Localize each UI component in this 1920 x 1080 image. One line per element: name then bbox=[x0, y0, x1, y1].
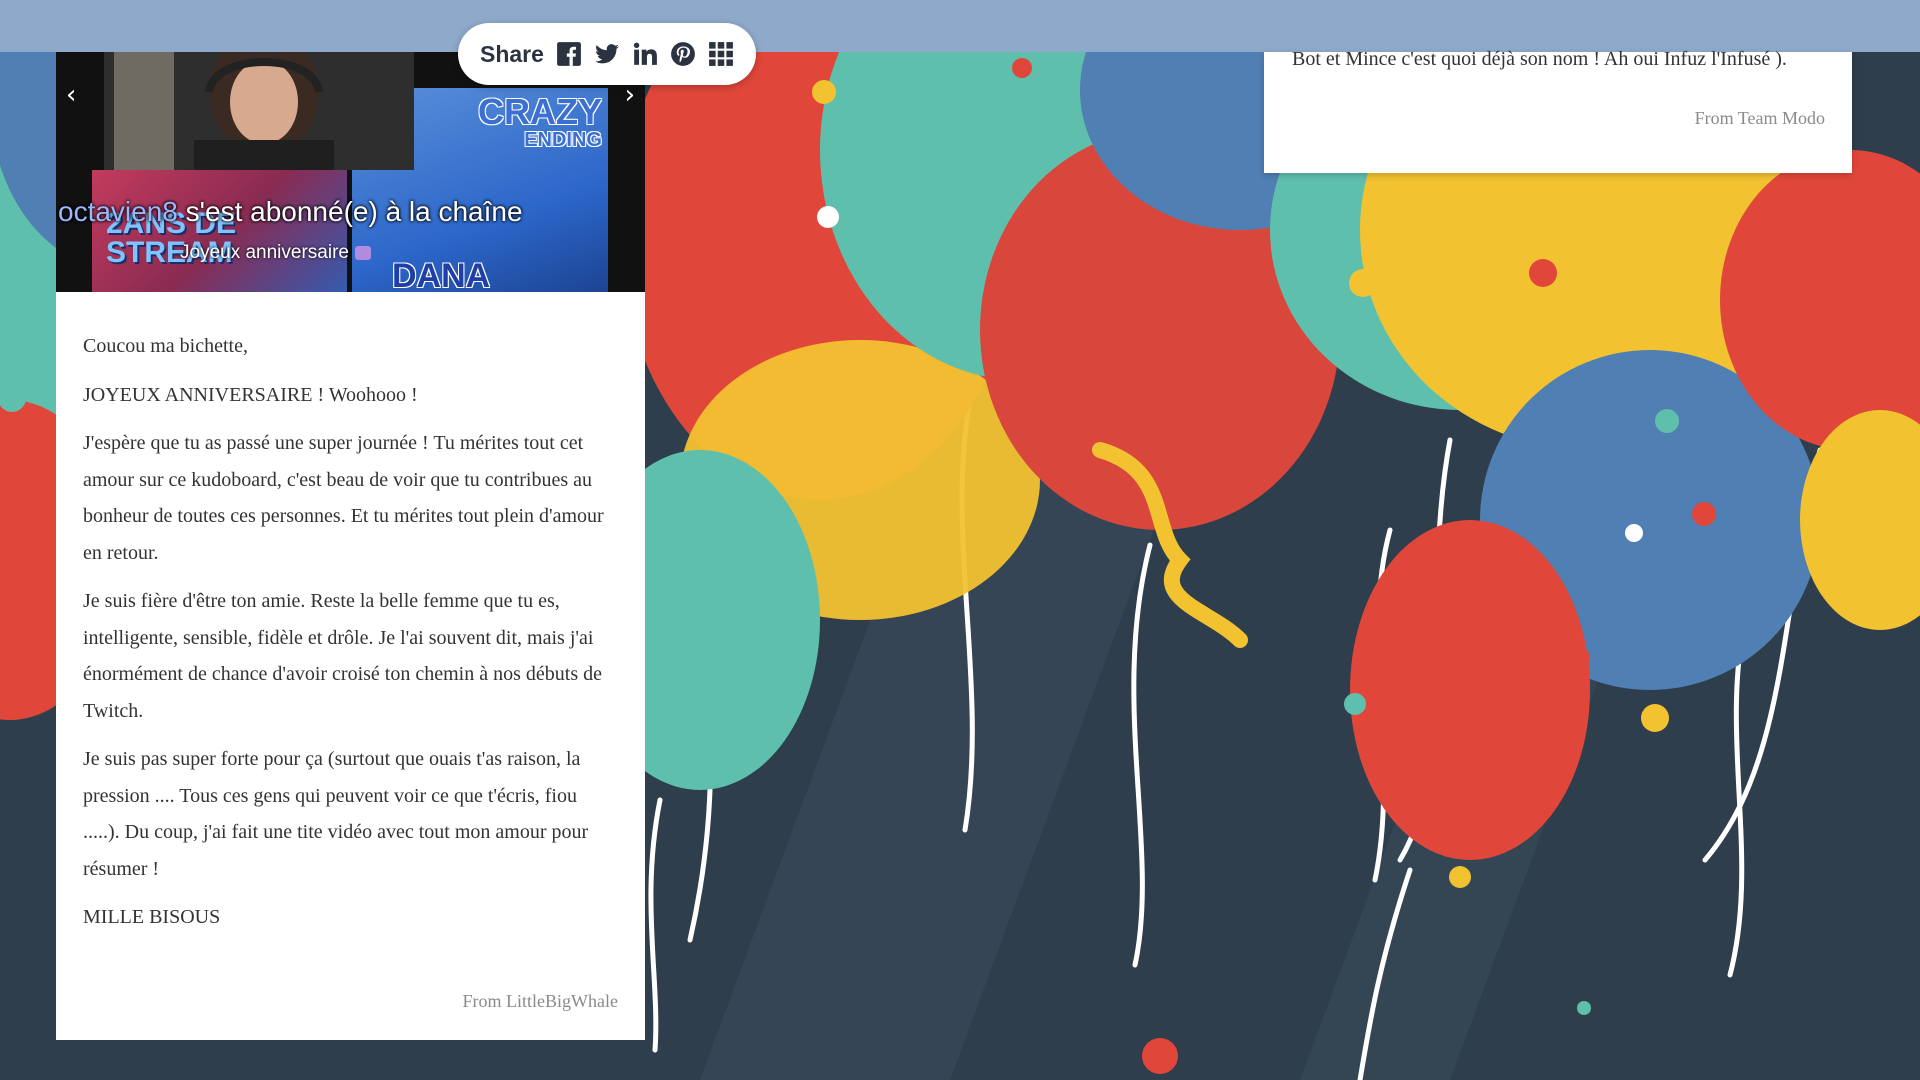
alert-caption: Joyeux anniversaire bbox=[180, 242, 371, 264]
thumbnail-right-name: DANA bbox=[392, 257, 491, 292]
chevron-left-icon[interactable]: ‹ bbox=[66, 80, 76, 110]
thumbnail-right-title-line2: ENDING bbox=[524, 129, 602, 151]
alert-caption-text: Joyeux anniversaire bbox=[180, 242, 349, 263]
emote-icon bbox=[354, 245, 371, 260]
top-bar bbox=[0, 0, 1920, 52]
webcam-person-image bbox=[104, 52, 414, 170]
share-label: Share bbox=[480, 40, 544, 67]
message-paragraph: JOYEUX ANNIVERSAIRE ! Woohooo ! bbox=[83, 383, 418, 406]
share-bar: Share bbox=[458, 23, 756, 85]
subscription-alert: octavien8 s'est abonné(e) à la chaîne bbox=[58, 196, 523, 228]
post-text: Bot et Mince c'est quoi déjà son nom ! A… bbox=[1292, 48, 1787, 70]
alert-text: s'est abonné(e) à la chaîne bbox=[177, 196, 523, 227]
post-author: From Team Modo bbox=[1694, 108, 1825, 128]
message-paragraph: Je suis pas super forte pour ça (surtout… bbox=[83, 748, 589, 880]
message-paragraph: Coucou ma bichette, bbox=[83, 335, 248, 357]
kudoboard-page: Share 2ANS DE STREAM CRAZY ENDING DANA ‹… bbox=[0, 0, 1920, 1080]
pinterest-icon[interactable] bbox=[670, 41, 696, 67]
video-thumbnail-left: 2ANS DE STREAM bbox=[92, 170, 347, 292]
message-paragraph: MILLE BISOUS bbox=[83, 906, 221, 928]
grid-icon[interactable] bbox=[708, 41, 734, 67]
message-post: Coucou ma bichette, JOYEUX ANNIVERSAIRE … bbox=[56, 292, 645, 1040]
message-paragraph: J'espère que tu as passé une super journ… bbox=[83, 432, 604, 564]
linkedin-icon[interactable] bbox=[632, 41, 658, 67]
twitter-icon[interactable] bbox=[594, 41, 620, 67]
post-author: From LittleBigWhale bbox=[462, 991, 618, 1011]
message-paragraph: Je suis fière d'être ton amie. Reste la … bbox=[83, 590, 602, 722]
webcam-frame bbox=[104, 52, 414, 170]
team-modo-post: Bot et Mince c'est quoi déjà son nom ! A… bbox=[1264, 48, 1852, 173]
facebook-icon[interactable] bbox=[556, 41, 582, 67]
video-post[interactable]: 2ANS DE STREAM CRAZY ENDING DANA ‹ › oct… bbox=[56, 52, 645, 292]
alert-username: octavien8 bbox=[58, 196, 178, 227]
thumbnail-right-title: CRAZY ENDING bbox=[478, 91, 602, 151]
thumbnail-right-title-line1: CRAZY bbox=[478, 91, 602, 132]
